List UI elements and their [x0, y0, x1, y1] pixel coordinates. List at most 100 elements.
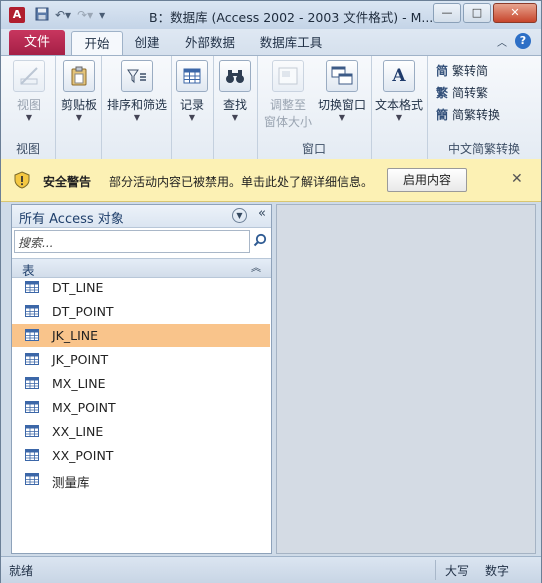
redo-icon[interactable]: ↷▾: [77, 8, 93, 22]
security-warning-text[interactable]: 部分活动内容已被禁用。单击此处了解详细信息。: [109, 173, 373, 190]
tab-create[interactable]: 创建: [125, 31, 169, 55]
table-icon: [25, 401, 39, 413]
group-chinese-conversion: 简 繁转简 繁 简转繁 簡 简繁转换 中文简繁转换: [427, 56, 541, 160]
records-button[interactable]: 记录 ▼: [173, 60, 211, 122]
find-label: 查找: [222, 98, 247, 112]
nav-pane-title[interactable]: 所有 Access 对象: [19, 208, 124, 227]
dropdown-arrow-icon: ▼: [75, 113, 83, 122]
to-traditional-button[interactable]: 繁 简转繁: [435, 84, 488, 101]
switch-windows-label: 切换窗口: [317, 98, 366, 112]
ribbon-body: 视图 ▼ 视图 剪贴板 ▼ 排序和筛选 ▼ 记录 ▼ 查找 ▼ 调整至 窗体大小…: [1, 55, 541, 161]
switch-windows-button[interactable]: 切换窗口 ▼: [315, 60, 369, 122]
table-icon: [25, 329, 39, 341]
group-sort-filter: 排序和筛选 ▼: [101, 56, 172, 160]
table-item[interactable]: XX_POINT: [12, 444, 270, 467]
status-bar: 就绪 大写 数字: [1, 556, 541, 583]
dropdown-arrow-icon: ▼: [338, 113, 346, 122]
table-item[interactable]: DT_POINT: [12, 300, 270, 323]
to-traditional-label: 简转繁: [452, 86, 489, 100]
quick-access-toolbar: ↶▾ ↷▾ ▾: [35, 6, 105, 24]
dropdown-arrow-icon: ▼: [188, 113, 196, 122]
clipboard-icon: [63, 60, 95, 92]
group-window-label: 窗口: [301, 142, 326, 156]
navigation-pane: 所有 Access 对象 ▼ « 搜索... 表 ︽ DT_LINE DT_PO…: [11, 204, 272, 554]
table-item-selected[interactable]: JK_LINE: [12, 324, 270, 347]
simplified-char-icon: 简: [435, 63, 448, 78]
tables-section-header[interactable]: 表 ︽: [12, 258, 271, 278]
find-button[interactable]: 查找 ▼: [216, 60, 254, 122]
search-icon[interactable]: [253, 233, 267, 247]
document-workspace: [276, 204, 536, 554]
binoculars-icon: [219, 60, 251, 92]
customize-qat-icon[interactable]: ▾: [99, 8, 105, 22]
convert-chinese-label: 简繁转换: [452, 108, 501, 122]
table-icon: [25, 473, 39, 485]
enable-content-button[interactable]: 启用内容: [387, 168, 467, 192]
group-clipboard: 剪贴板 ▼: [55, 56, 102, 160]
records-grid-icon: [176, 60, 208, 92]
table-item[interactable]: XX_LINE: [12, 420, 270, 443]
num-lock-indicator: 数字: [485, 564, 510, 578]
nav-search-input[interactable]: 搜索...: [14, 230, 250, 253]
table-item-label: DT_LINE: [52, 280, 104, 295]
tab-database-tools[interactable]: 数据库工具: [251, 31, 331, 55]
table-icon: [25, 425, 39, 437]
table-item-label: JK_POINT: [52, 352, 109, 367]
table-item[interactable]: MX_LINE: [12, 372, 270, 395]
group-records: 记录 ▼: [171, 56, 214, 160]
collapse-section-chevron-icon[interactable]: ︽: [251, 259, 261, 274]
minimize-ribbon-icon[interactable]: ︿: [497, 34, 507, 49]
save-icon[interactable]: [35, 7, 49, 24]
nav-search-placeholder: 搜索...: [18, 236, 54, 250]
table-item-label: MX_LINE: [52, 376, 106, 391]
dropdown-arrow-icon: ▼: [395, 113, 403, 122]
convert-char-icon: 簡: [435, 107, 448, 122]
fit-form-label-line2: 窗体大小: [263, 115, 312, 129]
status-divider: [435, 560, 436, 580]
close-message-bar-icon[interactable]: ✕: [511, 171, 523, 187]
minimize-button[interactable]: —: [433, 3, 461, 23]
title-bar: A ↶▾ ↷▾ ▾ B：数据库 (Access 2002 - 2003 文件格式…: [1, 1, 541, 29]
nav-menu-chevron-icon[interactable]: ▼: [232, 208, 247, 223]
group-chinese-conversion-label: 中文简繁转换: [447, 142, 520, 156]
table-item[interactable]: DT_LINE: [12, 276, 270, 299]
group-view-label: 视图: [15, 142, 40, 156]
table-item[interactable]: MX_POINT: [12, 396, 270, 419]
undo-icon[interactable]: ↶▾: [55, 8, 71, 22]
table-item[interactable]: JK_POINT: [12, 348, 270, 371]
fit-to-form-button[interactable]: 调整至 窗体大小: [263, 60, 313, 130]
dropdown-arrow-icon: ▼: [231, 113, 239, 122]
dropdown-arrow-icon: ▼: [133, 113, 141, 122]
view-button-label: 视图: [16, 98, 41, 112]
maximize-button[interactable]: □: [463, 3, 491, 23]
group-find: 查找 ▼: [213, 56, 258, 160]
convert-chinese-button[interactable]: 簡 简繁转换: [435, 106, 500, 123]
table-item[interactable]: 测量库: [12, 468, 270, 491]
sort-filter-button[interactable]: 排序和筛选 ▼: [106, 60, 168, 122]
tab-file[interactable]: 文件: [9, 30, 65, 55]
group-text-format: A 文本格式 ▼: [371, 56, 428, 160]
collapse-pane-icon[interactable]: «: [258, 206, 266, 221]
nav-pane-header[interactable]: 所有 Access 对象 ▼ «: [12, 205, 271, 228]
clipboard-button[interactable]: 剪贴板 ▼: [59, 60, 99, 122]
security-message-bar: 安全警告 部分活动内容已被禁用。单击此处了解详细信息。 启用内容 ✕: [1, 159, 541, 202]
status-ready-text: 就绪: [9, 564, 34, 578]
view-ruler-icon: [13, 60, 45, 92]
to-simplified-label: 繁转简: [452, 64, 489, 78]
table-item-label: XX_LINE: [52, 424, 104, 439]
table-item-label: JK_LINE: [52, 328, 99, 343]
table-item-label: MX_POINT: [52, 400, 116, 415]
shield-icon: [14, 171, 30, 189]
records-label: 记录: [179, 98, 204, 112]
access-app-icon[interactable]: A: [9, 7, 25, 23]
table-item-label: XX_POINT: [52, 448, 114, 463]
tab-external-data[interactable]: 外部数据: [177, 31, 243, 55]
traditional-char-icon: 繁: [435, 85, 448, 100]
close-button[interactable]: ✕: [493, 3, 537, 23]
help-icon[interactable]: ?: [515, 33, 531, 49]
to-simplified-button[interactable]: 简 繁转简: [435, 62, 488, 79]
view-button[interactable]: 视图 ▼: [9, 60, 49, 122]
text-format-button[interactable]: A 文本格式 ▼: [373, 60, 425, 122]
tab-home[interactable]: 开始: [71, 31, 123, 56]
table-icon: [25, 353, 39, 365]
